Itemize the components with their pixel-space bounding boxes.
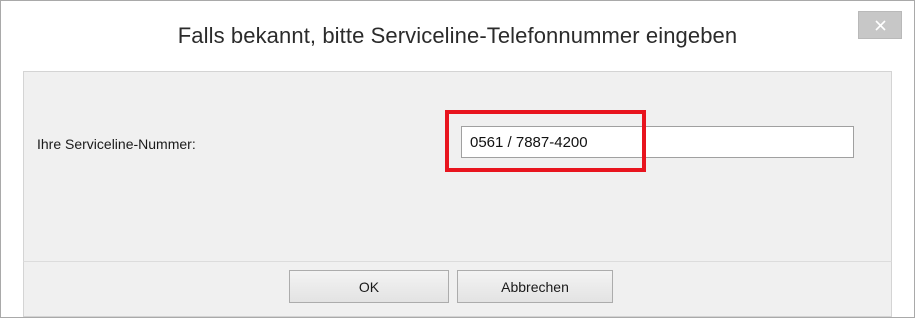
cancel-button[interactable]: Abbrechen bbox=[457, 270, 613, 303]
title-bar: Falls bekannt, bitte Serviceline-Telefon… bbox=[1, 1, 914, 71]
ok-button[interactable]: OK bbox=[289, 270, 449, 303]
serviceline-label: Ihre Serviceline-Nummer: bbox=[37, 136, 196, 152]
button-bar: OK Abbrechen bbox=[23, 261, 892, 317]
dialog-content: Ihre Serviceline-Nummer: bbox=[23, 71, 892, 261]
dialog-title: Falls bekannt, bitte Serviceline-Telefon… bbox=[177, 23, 738, 48]
close-button[interactable] bbox=[858, 11, 902, 39]
serviceline-dialog: Falls bekannt, bitte Serviceline-Telefon… bbox=[0, 0, 915, 318]
close-icon bbox=[875, 20, 886, 31]
serviceline-number-input[interactable] bbox=[461, 126, 854, 158]
